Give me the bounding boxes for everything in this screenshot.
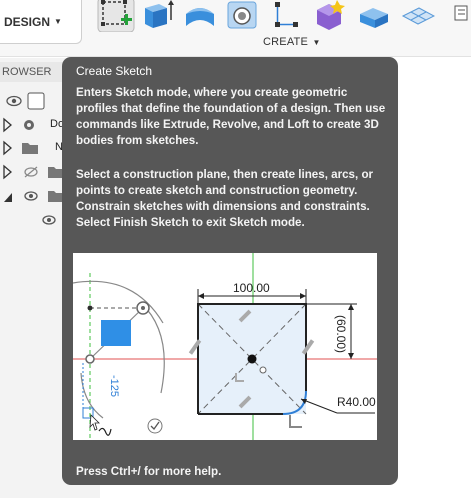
dimension-width: 100.00 — [233, 281, 270, 295]
tool-icon — [454, 5, 468, 21]
gear-icon — [24, 120, 34, 130]
folder-icon — [48, 167, 62, 178]
more-tool-button[interactable] — [447, 0, 471, 32]
extrude-icon — [145, 0, 174, 28]
box-icon — [360, 8, 388, 28]
dimension-height: (60.00) — [334, 315, 348, 353]
collapse-arrow-icon — [4, 193, 12, 202]
hole-button[interactable] — [225, 0, 259, 32]
revolve-button[interactable] — [183, 0, 217, 32]
tooltip-description: Enters Sketch mode, where you create geo… — [76, 86, 386, 147]
point — [85, 354, 95, 364]
sketch-illustration: -125 100.00 (60.00) R40.00 — [73, 253, 377, 440]
workspace-switcher[interactable]: DESIGN ▼ — [0, 0, 82, 44]
arc — [80, 372, 104, 419]
plane-button[interactable] — [401, 0, 436, 32]
create-menu[interactable]: CREATE ▼ — [263, 36, 321, 48]
construct-points-button[interactable] — [269, 0, 303, 32]
expand-arrow-icon — [3, 117, 12, 133]
eye-icon — [6, 95, 22, 107]
tooltip-title: Create Sketch — [76, 64, 153, 78]
arc — [73, 280, 164, 324]
tooltip-illustration: -125 100.00 (60.00) R40.00 — [73, 253, 377, 440]
create-menu-label: CREATE — [263, 36, 309, 48]
plane-icon — [401, 7, 436, 25]
chevron-down-icon: ▼ — [310, 38, 321, 47]
eye-hidden-icon — [24, 166, 38, 178]
dimension-vertical: -125 — [108, 375, 120, 397]
point — [259, 366, 267, 374]
point — [87, 305, 93, 311]
extrude-button[interactable] — [141, 0, 175, 32]
form-button[interactable] — [313, 0, 347, 32]
form-icon — [317, 0, 345, 30]
sketch-pen-icon — [98, 427, 112, 436]
expand-arrow-icon — [3, 164, 12, 180]
create-sketch-button[interactable] — [97, 0, 135, 33]
eye-icon — [42, 215, 56, 225]
tooltip-instructions: Select a construction plane, then create… — [76, 168, 374, 229]
tooltip-help-hint: Press Ctrl+/ for more help. — [76, 465, 222, 478]
selected-square — [101, 320, 131, 346]
arc — [140, 302, 165, 394]
create-sketch-tooltip: Create Sketch Enters Sketch mode, where … — [62, 57, 398, 485]
check-icon — [147, 418, 163, 434]
center-point — [247, 354, 257, 364]
perpendicular-icon — [289, 415, 302, 428]
toolbar: DESIGN ▼ CREATE ▼ — [0, 0, 471, 57]
expand-arrow-icon — [3, 140, 12, 156]
revolve-icon — [186, 8, 214, 26]
construct-points-icon — [275, 2, 298, 27]
hole-icon — [227, 1, 257, 29]
folder-icon — [22, 143, 38, 154]
dimension-radius: R40.00 — [337, 395, 376, 409]
chevron-down-icon: ▼ — [54, 17, 62, 26]
leader-line — [300, 398, 338, 414]
folder-icon — [48, 191, 62, 202]
cursor-icon — [89, 414, 100, 431]
point — [141, 306, 145, 310]
component-icon — [27, 92, 45, 110]
eye-icon — [24, 191, 38, 201]
create-sketch-icon — [97, 0, 135, 33]
box-button[interactable] — [357, 0, 391, 32]
workspace-label: DESIGN — [4, 14, 51, 29]
